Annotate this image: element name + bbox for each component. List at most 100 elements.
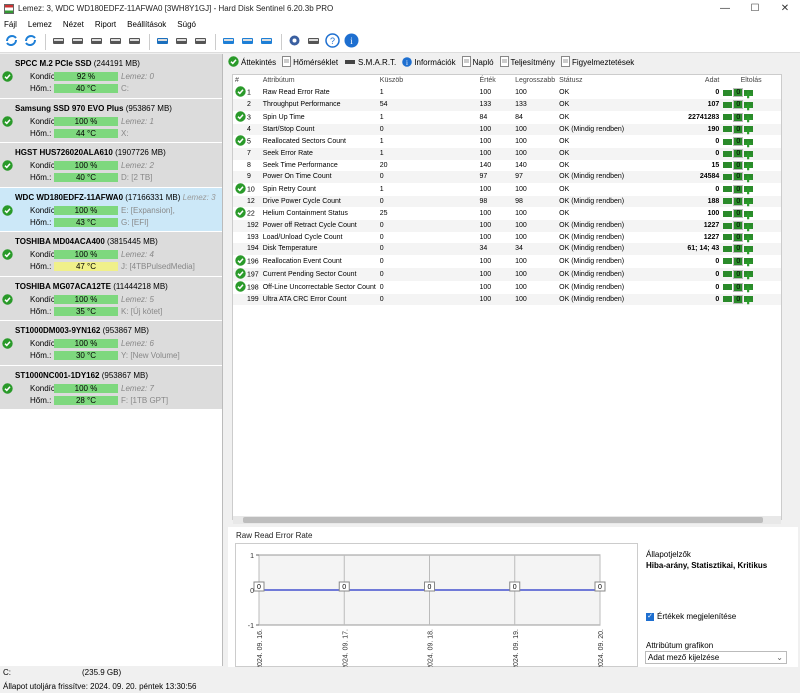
tab-1[interactable]: Hőmérséklet <box>282 56 338 69</box>
table-row[interactable]: 196 Reallocation Event Count 0 100 100 O… <box>233 254 781 268</box>
menu-sugo[interactable]: Súgó <box>177 20 196 29</box>
plus-icon[interactable]: ✚ <box>744 114 754 124</box>
toolbar-button-0[interactable] <box>3 33 20 50</box>
plus-icon[interactable]: ✚ <box>744 234 754 244</box>
offset-input[interactable]: 0 <box>733 269 744 279</box>
col-header[interactable]: Eltolás <box>721 75 781 86</box>
toolbar-button-16[interactable]: i <box>343 33 360 50</box>
plus-icon[interactable]: ✚ <box>744 101 754 112</box>
toolbar-button-7[interactable] <box>154 33 171 50</box>
offset-input[interactable]: 0 <box>733 149 744 159</box>
plus-icon[interactable]: ✚ <box>744 258 754 268</box>
col-header[interactable]: # <box>233 75 261 86</box>
offset-input[interactable]: 0 <box>733 160 744 170</box>
plus-icon[interactable]: ✚ <box>744 198 754 208</box>
plus-icon[interactable]: ✚ <box>744 210 754 221</box>
menu-beallitasok[interactable]: Beállítások <box>127 20 166 29</box>
menu-fajl[interactable]: Fájl <box>4 20 17 29</box>
table-row[interactable]: 197 Current Pending Sector Count 0 100 1… <box>233 267 781 281</box>
disk-item[interactable]: ST1000DM003-9YN162 (953867 MB) Kondíció:… <box>0 321 222 366</box>
plus-icon[interactable]: ✚ <box>744 173 754 184</box>
offset-input[interactable]: 0 <box>733 221 744 231</box>
tab-3[interactable]: i Információk <box>402 56 456 69</box>
graph-select[interactable]: Adat mező kijelzése ⌄ <box>645 651 787 664</box>
disk-item[interactable]: HGST HUS726020ALA610 (1907726 MB) Kondíc… <box>0 143 222 188</box>
table-row[interactable]: 7 Seek Error Rate 1 100 100 OK 0 0 ✚ <box>233 148 781 161</box>
plus-icon[interactable]: ✚ <box>744 126 754 136</box>
col-header[interactable]: Legrosszabb <box>513 75 557 86</box>
table-row[interactable]: 3 Spin Up Time 1 84 84 OK 22741283 0 ✚ <box>233 110 781 124</box>
minimize-button[interactable]: — <box>710 3 740 14</box>
table-row[interactable]: 4 Start/Stop Count 0 100 100 OK (Mindig … <box>233 123 781 136</box>
minus-icon[interactable] <box>723 186 733 192</box>
offset-input[interactable]: 0 <box>733 137 744 146</box>
scrollbar-thumb[interactable] <box>243 517 763 523</box>
offset-input[interactable]: 0 <box>733 209 744 218</box>
disk-item[interactable]: Samsung SSD 970 EVO Plus (953867 MB) Kon… <box>0 98 222 143</box>
table-row[interactable]: 9 Power On Time Count 0 97 97 OK (Mindig… <box>233 171 781 184</box>
tab-2[interactable]: S.M.A.R.T. <box>344 57 396 69</box>
offset-input[interactable]: 0 <box>733 244 744 254</box>
col-header[interactable]: Státusz <box>557 75 626 86</box>
toolbar-button-14[interactable] <box>305 33 322 50</box>
minus-icon[interactable] <box>723 234 733 241</box>
offset-input[interactable]: 0 <box>733 112 744 122</box>
col-header[interactable]: Adat <box>626 75 721 86</box>
horizontal-scrollbar[interactable] <box>233 516 781 524</box>
offset-input[interactable]: 0 <box>733 124 744 134</box>
plus-icon[interactable]: ✚ <box>744 138 754 149</box>
col-header[interactable]: Érték <box>477 75 513 86</box>
plus-icon[interactable]: ✚ <box>744 296 754 306</box>
table-row[interactable]: 199 Ultra ATA CRC Error Count 0 100 100 … <box>233 293 781 306</box>
minus-icon[interactable] <box>723 245 733 252</box>
minus-icon[interactable] <box>723 222 733 229</box>
minus-icon[interactable] <box>723 114 733 120</box>
col-header[interactable]: Küszöb <box>378 75 478 86</box>
toolbar-button-5[interactable] <box>107 33 124 50</box>
maximize-button[interactable]: ☐ <box>740 3 770 14</box>
toolbar-button-6[interactable] <box>126 33 143 50</box>
plus-icon[interactable]: ✚ <box>744 186 754 196</box>
offset-input[interactable]: 0 <box>733 232 744 242</box>
table-row[interactable]: 198 Off-Line Uncorrectable Sector Count … <box>233 280 781 294</box>
col-header[interactable]: Attribútum <box>261 75 378 86</box>
plus-icon[interactable]: ✚ <box>744 284 754 294</box>
offset-input[interactable]: 0 <box>733 184 744 194</box>
toolbar-button-4[interactable] <box>88 33 105 50</box>
minus-icon[interactable] <box>723 101 733 108</box>
minus-icon[interactable] <box>723 126 733 133</box>
disk-item[interactable]: TOSHIBA MG07ACA12TE (11444218 MB) Kondíc… <box>0 276 222 321</box>
toolbar-button-11[interactable] <box>239 33 256 50</box>
offset-input[interactable]: 0 <box>733 256 744 266</box>
plus-icon[interactable]: ✚ <box>744 150 754 161</box>
minus-icon[interactable] <box>723 173 733 180</box>
table-row[interactable]: 2 Throughput Performance 54 133 133 OK 1… <box>233 99 781 112</box>
plus-icon[interactable]: ✚ <box>744 162 754 172</box>
table-row[interactable]: 8 Seek Time Performance 20 140 140 OK 15… <box>233 160 781 172</box>
toolbar-button-13[interactable] <box>286 33 303 50</box>
minus-icon[interactable] <box>723 210 733 217</box>
table-row[interactable]: 193 Load/Unload Cycle Count 0 100 100 OK… <box>233 232 781 244</box>
tab-0[interactable]: Áttekintés <box>228 56 276 69</box>
table-row[interactable]: 22 Helium Containment Status 25 100 100 … <box>233 207 781 221</box>
minus-icon[interactable] <box>723 258 733 264</box>
table-row[interactable]: 192 Power off Retract Cycle Count 0 100 … <box>233 220 781 233</box>
offset-input[interactable]: 0 <box>733 172 744 182</box>
disk-item[interactable]: SPCC M.2 PCIe SSD (244191 MB) Kondíció: … <box>0 54 222 99</box>
minus-icon[interactable] <box>723 89 733 96</box>
plus-icon[interactable]: ✚ <box>744 89 754 100</box>
minus-icon[interactable] <box>723 271 733 277</box>
disk-item[interactable]: WDC WD180EDFZ-11AFWA0 (17166331 MB) Leme… <box>0 187 222 232</box>
show-values-checkbox[interactable]: ✓ Értékek megjelenítése <box>646 612 736 621</box>
table-row[interactable]: 10 Spin Retry Count 1 100 100 OK 0 0 ✚ <box>233 182 781 196</box>
toolbar-button-12[interactable] <box>258 33 275 50</box>
offset-input[interactable]: 0 <box>733 294 744 304</box>
plus-icon[interactable]: ✚ <box>744 271 754 281</box>
minus-icon[interactable] <box>723 150 733 157</box>
checkbox-checked-icon[interactable]: ✓ <box>646 612 654 621</box>
disk-item[interactable]: ST1000NC001-1DY162 (953867 MB) Kondíció:… <box>0 365 222 410</box>
toolbar-button-3[interactable] <box>69 33 86 50</box>
table-row[interactable]: 1 Raw Read Error Rate 1 100 100 OK 0 0 ✚ <box>233 86 781 100</box>
toolbar-button-2[interactable] <box>50 33 67 50</box>
table-row[interactable]: 12 Drive Power Cycle Count 0 98 98 OK (M… <box>233 195 781 208</box>
